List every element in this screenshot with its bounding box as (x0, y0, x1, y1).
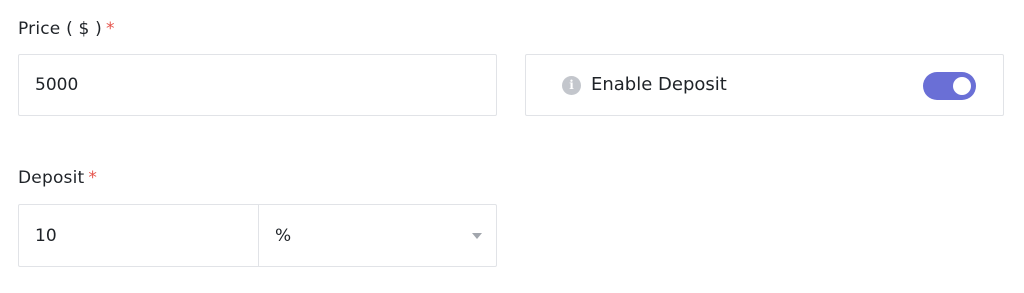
price-field (18, 54, 497, 116)
info-icon[interactable]: i (562, 76, 581, 95)
deposit-input-group: % (18, 204, 497, 267)
price-required-mark: * (105, 19, 115, 39)
enable-deposit-toggle[interactable] (923, 72, 976, 100)
deposit-label: Deposit * (18, 168, 97, 188)
toggle-knob (953, 77, 971, 95)
enable-deposit-card: i Enable Deposit (525, 54, 1004, 116)
price-input[interactable] (19, 55, 496, 115)
price-label-text: Price ( $ ) (18, 19, 102, 39)
pricing-form: Price ( $ )* i Enable Deposit Deposit* % (0, 0, 1024, 293)
price-label: Price ( $ ) * (18, 19, 115, 39)
deposit-value-input[interactable] (19, 205, 258, 266)
deposit-label-text: Deposit (18, 168, 85, 188)
deposit-unit-value: % (275, 225, 292, 246)
deposit-value-field (19, 205, 259, 266)
enable-deposit-label: Enable Deposit (591, 74, 727, 95)
deposit-required-mark: * (88, 168, 98, 188)
chevron-down-icon (472, 233, 482, 239)
deposit-unit-select[interactable]: % (259, 205, 496, 266)
